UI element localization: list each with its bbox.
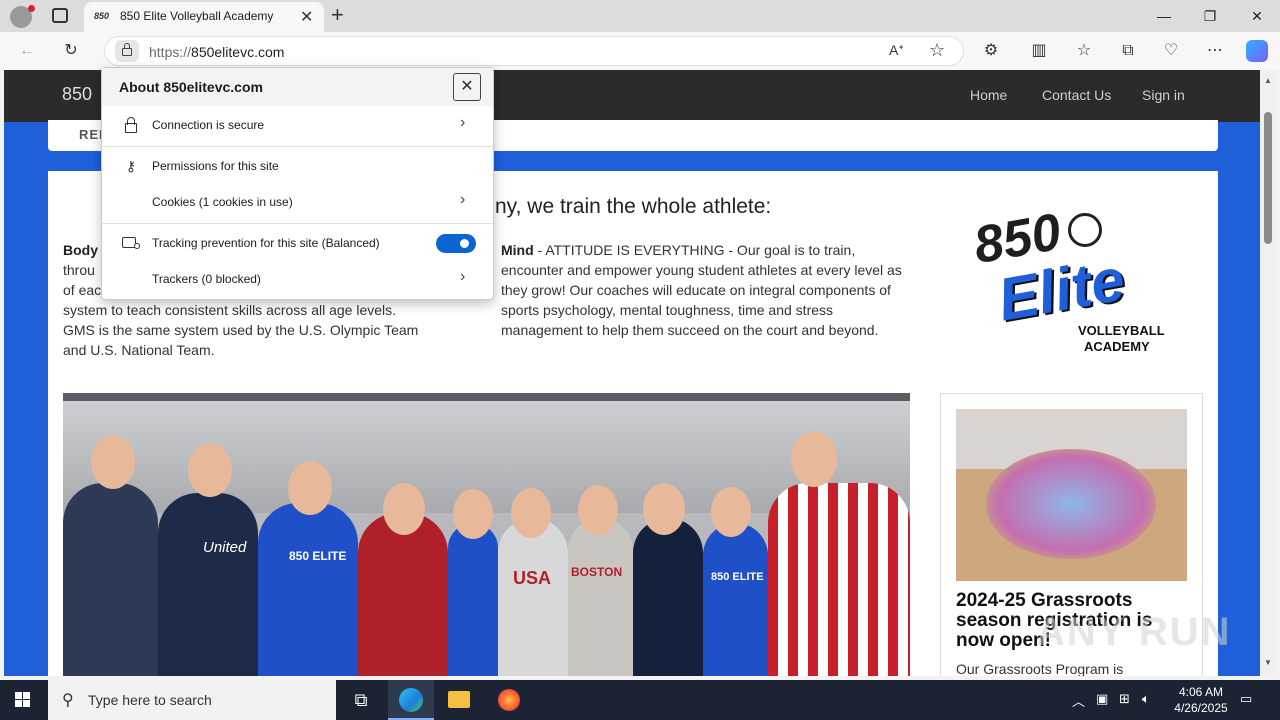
- device-icon[interactable]: ▣: [1096, 691, 1108, 707]
- team-photo: United 850 ELITE USA BOSTON 850 ELITE: [63, 393, 910, 676]
- browser-toolbar: ← ↻ https://850elitevc.com Aᐩ ☆ ⚙ ▥ ☆ ⧉ …: [0, 32, 1280, 70]
- clock-time: 4:06 AM: [1178, 685, 1224, 699]
- minimize-button[interactable]: —: [1141, 0, 1187, 32]
- clock-date: 4/26/2025: [1174, 701, 1228, 715]
- restore-button[interactable]: ❐: [1187, 0, 1233, 32]
- anyrun-watermark: ANY RUN: [1036, 610, 1232, 654]
- refresh-icon[interactable]: ↻: [60, 40, 82, 62]
- taskbar-clock[interactable]: 4:06 AM 4/26/2025: [1166, 684, 1236, 716]
- divider: [102, 146, 493, 147]
- nav-home[interactable]: Home: [970, 87, 1007, 103]
- notification-dot: [28, 5, 35, 12]
- volume-icon[interactable]: 🔈︎: [1142, 691, 1150, 707]
- card-text: Our Grassroots Program is: [956, 661, 1124, 676]
- close-icon[interactable]: ✕: [453, 73, 481, 101]
- row-permissions[interactable]: ⚷ Permissions for this site: [102, 148, 493, 184]
- extensions-icon[interactable]: ⚙: [980, 40, 1002, 62]
- new-tab-button[interactable]: +: [331, 2, 344, 28]
- favorites-icon[interactable]: ☆: [1073, 40, 1095, 62]
- row-label: Trackers (0 blocked): [152, 272, 261, 286]
- copilot-icon[interactable]: [1246, 40, 1268, 62]
- notifications-icon[interactable]: ▭: [1240, 691, 1252, 707]
- tab-title: 850 Elite Volleyball Academy: [120, 9, 274, 23]
- chevron-right-icon: ›: [460, 268, 466, 285]
- volleyball-icon: [1068, 213, 1102, 247]
- tracking-toggle[interactable]: [436, 234, 476, 253]
- show-hidden-icons[interactable]: ︿: [1072, 691, 1085, 710]
- popup-title: About 850elitevc.com: [119, 79, 263, 95]
- firefox-icon[interactable]: [486, 680, 532, 720]
- edge-taskbar-icon[interactable]: [388, 680, 434, 720]
- page-scrollbar[interactable]: ▲ ▼: [1260, 70, 1276, 676]
- tab-850-elite[interactable]: 850 850 Elite Volleyball Academy ✕: [84, 2, 324, 32]
- tab-strip: 850 850 Elite Volleyball Academy ✕ + — ❐…: [0, 0, 1280, 32]
- address-bar[interactable]: https://850elitevc.com Aᐩ ☆: [104, 36, 964, 66]
- row-label: Permissions for this site: [152, 159, 279, 173]
- more-menu-icon[interactable]: ⋯: [1204, 40, 1226, 62]
- task-view-icon[interactable]: ⧉: [338, 680, 384, 720]
- performance-icon[interactable]: ♡: [1160, 40, 1182, 62]
- tab-actions-icon[interactable]: [52, 8, 68, 23]
- shirt-text-1: United: [203, 539, 247, 556]
- site-brand[interactable]: 850: [62, 84, 92, 105]
- tracking-icon: [122, 234, 140, 252]
- start-button[interactable]: [0, 680, 46, 720]
- url-text[interactable]: https://850elitevc.com: [149, 44, 284, 60]
- academy-logo: 850 Elite VOLLEYBALL ACADEMY: [968, 203, 1178, 359]
- site-info-popup: About 850elitevc.com ✕ Connection is sec…: [101, 67, 494, 300]
- divider: [102, 223, 493, 224]
- popup-header: About 850elitevc.com ✕: [102, 68, 493, 106]
- row-connection-secure[interactable]: Connection is secure ›: [102, 107, 493, 143]
- back-icon[interactable]: ←: [16, 40, 38, 62]
- mind-column: Mind - ATTITUDE IS EVERYTHING - Our goal…: [501, 242, 902, 338]
- row-label: Connection is secure: [152, 118, 265, 132]
- row-trackers[interactable]: Trackers (0 blocked) ›: [102, 261, 493, 297]
- scroll-thumb[interactable]: [1264, 112, 1272, 244]
- collections-icon[interactable]: ⧉: [1117, 40, 1139, 62]
- close-window-button[interactable]: ✕: [1234, 0, 1280, 32]
- site-favicon-icon: 850: [94, 11, 110, 21]
- grassroots-photo: [956, 409, 1187, 581]
- row-label: Cookies (1 cookies in use): [152, 195, 293, 209]
- shirt-text-6: 850 ELITE: [711, 571, 764, 583]
- chevron-right-icon: ›: [460, 191, 466, 208]
- favorite-star-icon[interactable]: ☆: [929, 40, 945, 61]
- lock-icon: [122, 116, 140, 134]
- shirt-text-5: BOSTON: [571, 565, 623, 579]
- nav-contact-us[interactable]: Contact Us: [1042, 87, 1111, 103]
- taskbar-search[interactable]: ⚲ Type here to search: [48, 680, 336, 720]
- logo-line2: ACADEMY: [1084, 339, 1150, 354]
- read-aloud-icon[interactable]: Aᐩ: [889, 42, 904, 59]
- file-explorer-icon[interactable]: [436, 680, 482, 720]
- search-placeholder: Type here to search: [88, 692, 212, 708]
- lock-icon[interactable]: [115, 40, 139, 62]
- logo-line1: VOLLEYBALL: [1078, 323, 1165, 338]
- windows-taskbar: ⚲ Type here to search ⧉ ︿ ▣ ⊞ 🔈︎ 4:06 AM…: [0, 680, 1280, 720]
- network-icon[interactable]: ⊞: [1119, 691, 1130, 707]
- row-tracking-prevention: Tracking prevention for this site (Balan…: [102, 225, 493, 261]
- chevron-right-icon: ›: [460, 114, 466, 131]
- tab-close-icon[interactable]: ✕: [300, 7, 313, 27]
- shirt-text-2: 850 ELITE: [289, 549, 347, 563]
- key-icon: ⚷: [125, 158, 137, 174]
- sub-navbar-label[interactable]: REI: [79, 127, 104, 142]
- row-label: Tracking prevention for this site (Balan…: [152, 236, 380, 250]
- nav-sign-in[interactable]: Sign in: [1142, 87, 1185, 103]
- split-screen-icon[interactable]: ▥: [1028, 40, 1050, 62]
- row-cookies[interactable]: Cookies (1 cookies in use) ›: [102, 184, 493, 220]
- shirt-text-4: USA: [513, 568, 552, 588]
- search-icon: ⚲: [62, 692, 74, 709]
